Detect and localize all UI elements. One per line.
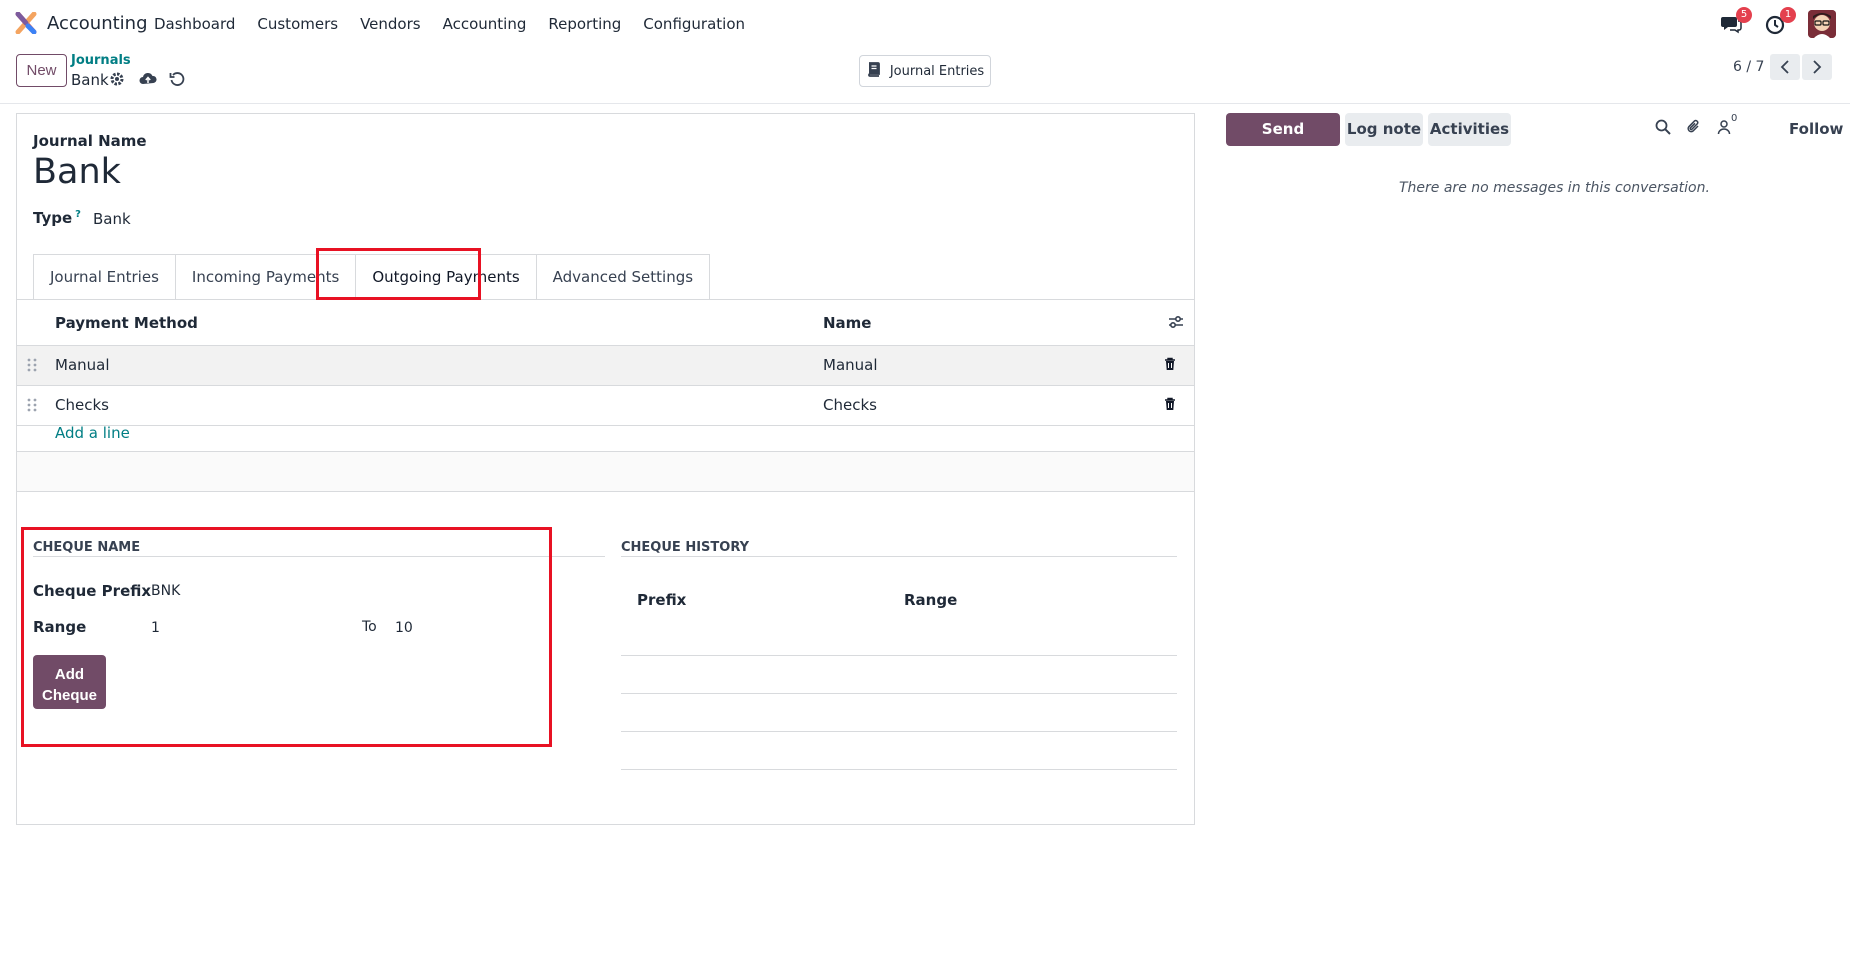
- name-cell[interactable]: Checks: [823, 396, 877, 414]
- pager-next-button[interactable]: [1802, 54, 1832, 80]
- gear-icon[interactable]: [109, 71, 127, 89]
- payment-method-cell[interactable]: Checks: [55, 396, 109, 414]
- save-cloud-icon[interactable]: [139, 71, 157, 89]
- journal-entries-label: Journal Entries: [889, 63, 985, 79]
- activities-button[interactable]: Activities: [1428, 113, 1511, 146]
- empty-conversation-text: There are no messages in this conversati…: [1399, 180, 1710, 196]
- pager-value[interactable]: 6 / 7: [1733, 59, 1764, 75]
- search-icon[interactable]: [1655, 119, 1673, 137]
- table-footer-row: [17, 452, 1194, 492]
- paperclip-attachment-icon[interactable]: [1686, 119, 1704, 137]
- messages-badge: 5: [1736, 7, 1752, 23]
- drag-handle-icon[interactable]: [27, 357, 41, 375]
- new-button[interactable]: New: [16, 54, 67, 87]
- type-label: Type?: [33, 209, 81, 227]
- menu-customers[interactable]: Customers: [257, 15, 338, 33]
- range-label: Range: [33, 618, 87, 636]
- table-row[interactable]: Manual Manual: [17, 346, 1194, 386]
- range-from-field[interactable]: 1: [151, 620, 160, 636]
- optional-columns-sliders-icon[interactable]: [1168, 314, 1186, 332]
- tab-advanced-settings[interactable]: Advanced Settings: [535, 254, 711, 299]
- tab-journal-entries[interactable]: Journal Entries: [33, 254, 176, 299]
- history-empty-row: [621, 655, 1177, 656]
- drag-handle-icon[interactable]: [27, 397, 41, 415]
- type-field[interactable]: Bank: [93, 210, 131, 228]
- range-to-label: To: [362, 619, 377, 635]
- menu-dashboard[interactable]: Dashboard: [154, 15, 235, 33]
- history-column-range: Range: [904, 591, 958, 609]
- form-sheet: Journal Name Bank Type? Bank Journal Ent…: [16, 113, 1195, 825]
- chatter-toolbar: 0: [1655, 113, 1737, 137]
- menu-reporting[interactable]: Reporting: [548, 15, 621, 33]
- type-help-tooltip[interactable]: ?: [75, 209, 81, 220]
- cheque-name-title: CHEQUE NAME: [33, 540, 141, 555]
- add-a-line-link[interactable]: Add a line: [55, 424, 130, 442]
- history-empty-row: [621, 731, 1177, 732]
- table-header: Payment Method Name: [17, 300, 1194, 346]
- messages-icon[interactable]: 5: [1720, 7, 1752, 35]
- delete-row-trash-icon[interactable]: [1164, 357, 1180, 375]
- discard-undo-icon[interactable]: [169, 71, 187, 89]
- followers-count: 0: [1731, 113, 1738, 124]
- follow-button[interactable]: Follow: [1789, 120, 1843, 138]
- column-name[interactable]: Name: [823, 314, 871, 332]
- journal-name-label: Journal Name: [33, 132, 147, 150]
- activities-clock-icon[interactable]: 1: [1764, 7, 1796, 35]
- followers-user-icon[interactable]: 0: [1717, 113, 1737, 137]
- cheque-prefix-label: Cheque Prefix: [33, 582, 152, 600]
- systray: 5 1: [1720, 7, 1836, 40]
- top-navbar: Accounting Dashboard Customers Vendors A…: [0, 0, 1850, 47]
- journal-entries-smart-button[interactable]: Journal Entries: [859, 55, 991, 87]
- menu-configuration[interactable]: Configuration: [643, 15, 745, 33]
- log-note-button[interactable]: Log note: [1345, 113, 1423, 146]
- cheque-history-title: CHEQUE HISTORY: [621, 540, 750, 555]
- send-message-button[interactable]: Send message: [1226, 113, 1340, 171]
- tab-incoming-payments[interactable]: Incoming Payments: [174, 254, 357, 299]
- journal-name-field[interactable]: Bank: [33, 152, 121, 192]
- control-panel: New Journals Bank Journal Entries 6 / 7: [0, 47, 1850, 104]
- user-avatar[interactable]: [1808, 10, 1836, 38]
- book-icon: [866, 61, 882, 81]
- history-column-prefix: Prefix: [637, 591, 687, 609]
- app-name[interactable]: Accounting: [47, 13, 148, 34]
- tab-outgoing-payments[interactable]: Outgoing Payments: [355, 254, 537, 299]
- range-to-field[interactable]: 10: [395, 620, 413, 636]
- history-empty-row: [621, 769, 1177, 770]
- delete-row-trash-icon[interactable]: [1164, 397, 1180, 415]
- activities-badge: 1: [1780, 7, 1796, 23]
- cheque-history-separator: [621, 556, 1177, 557]
- cheque-prefix-field[interactable]: BNK: [151, 583, 180, 599]
- breadcrumb-current: Bank: [71, 71, 109, 89]
- menu-accounting[interactable]: Accounting: [443, 15, 527, 33]
- breadcrumb-journals[interactable]: Journals: [71, 53, 131, 68]
- notebook-tabs: Journal Entries Incoming Payments Outgoi…: [33, 254, 711, 299]
- add-cheque-button[interactable]: Add Cheque: [33, 655, 106, 709]
- payment-method-cell[interactable]: Manual: [55, 356, 110, 374]
- history-empty-row: [621, 693, 1177, 694]
- menu-vendors[interactable]: Vendors: [360, 15, 421, 33]
- app-logo-icon[interactable]: [15, 11, 37, 35]
- name-cell[interactable]: Manual: [823, 356, 878, 374]
- table-row[interactable]: Checks Checks: [17, 386, 1194, 426]
- column-payment-method[interactable]: Payment Method: [55, 314, 198, 332]
- cheque-name-separator: [33, 556, 605, 557]
- record-actions: [109, 71, 187, 89]
- main-menu: Dashboard Customers Vendors Accounting R…: [154, 15, 767, 33]
- pager-previous-button[interactable]: [1770, 54, 1800, 80]
